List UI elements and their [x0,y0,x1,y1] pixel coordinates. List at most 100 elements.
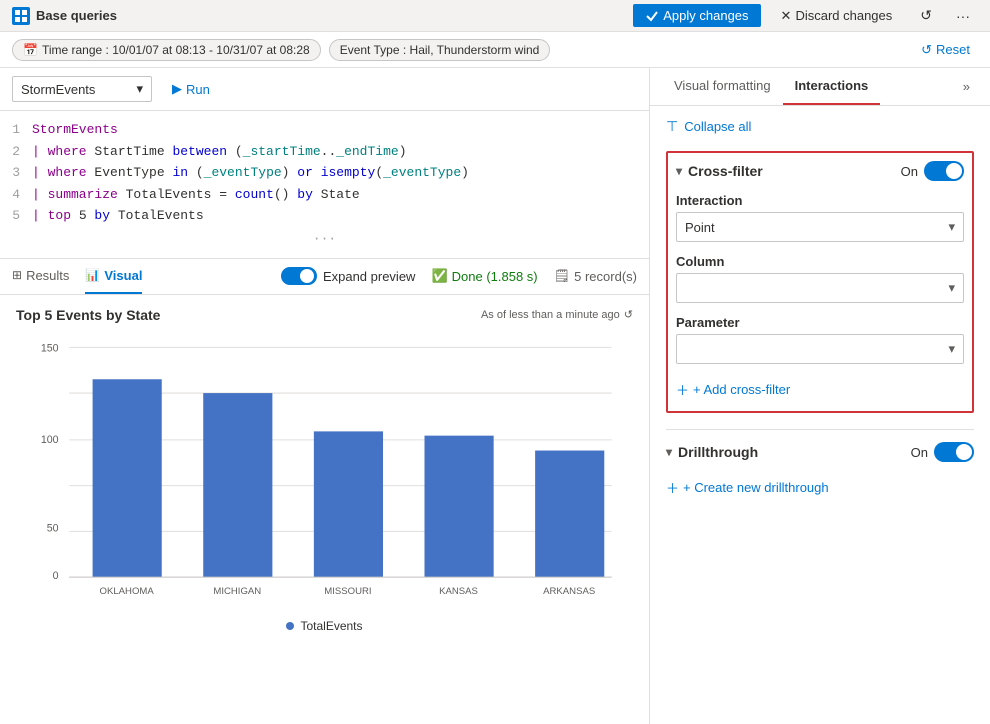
interactions-tab[interactable]: Interactions [783,68,881,105]
timestamp-text: As of less than a minute ago [481,309,620,321]
interaction-dropdown[interactable]: Point ▾ [676,212,964,242]
reset-label: Reset [936,42,970,57]
apply-changes-button[interactable]: Apply changes [633,4,760,27]
svg-text:100: 100 [41,434,59,446]
cross-filter-header: ▾ Cross-filter On [676,161,964,181]
reset-button[interactable]: ↺ Reset [913,38,978,62]
cross-filter-title-group: ▾ Cross-filter [676,163,763,179]
column-dropdown[interactable]: ▾ [676,273,964,303]
drillthrough-toggle[interactable] [934,442,974,462]
column-chevron-icon: ▾ [948,280,955,296]
visual-formatting-label: Visual formatting [674,78,771,93]
add-cross-filter-label: + Add cross-filter [693,382,790,397]
column-label: Column [676,254,964,269]
cross-filter-toggle[interactable] [924,161,964,181]
right-panel: Visual formatting Interactions » ⊤ Colla… [650,68,990,724]
refresh-button[interactable]: ↺ [912,3,940,28]
chart-area: Top 5 Events by State As of less than a … [0,295,649,724]
event-type-filter[interactable]: Event Type : Hail, Thunderstorm wind [329,39,551,61]
legend-label: TotalEvents [300,619,362,633]
collapse-all-button[interactable]: ⊤ Collapse all [666,118,974,135]
expand-preview-label: Expand preview [323,269,416,284]
visual-icon: 📊 [85,268,100,282]
code-ellipsis: ··· [0,227,649,250]
collapse-all-label: Collapse all [684,119,751,134]
svg-text:ARKANSAS: ARKANSAS [543,586,595,597]
top-bar: Base queries Apply changes ✕ Discard cha… [0,0,990,32]
more-button[interactable]: ··· [948,4,978,28]
svg-text:MICHIGAN: MICHIGAN [213,586,261,597]
parameter-dropdown[interactable]: ▾ [676,334,964,364]
create-drillthrough-label: + Create new drillthrough [683,480,829,495]
chart-title-row: Top 5 Events by State As of less than a … [16,307,633,323]
table-icon: ⊞ [12,268,22,282]
visual-formatting-tab[interactable]: Visual formatting [662,68,783,105]
done-label: Done (1.858 s) [452,269,538,284]
add-cross-filter-icon: ＋ [676,380,689,399]
drillthrough-header: ▾ Drillthrough On [666,442,974,462]
results-tab-label: Results [26,268,69,283]
legend-dot [286,622,294,630]
add-cross-filter-button[interactable]: ＋ + Add cross-filter [676,376,964,403]
main-layout: StormEvents ▾ ▶ Run 1 StormEvents 2 | wh… [0,68,990,724]
results-tab[interactable]: ⊞ Results [12,259,69,294]
code-line-3: 3 | where EventType in (_eventType) or i… [0,162,649,184]
code-editor[interactable]: 1 StormEvents 2 | where StartTime betwee… [0,111,649,259]
drillthrough-chevron[interactable]: ▾ [666,445,672,459]
records-label: 5 record(s) [574,269,637,284]
drillthrough-title: Drillthrough [678,444,758,460]
bar-kansas[interactable] [424,435,493,576]
svg-text:150: 150 [41,342,59,354]
expand-preview-toggle[interactable] [281,267,317,285]
interaction-label: Interaction [676,193,964,208]
drillthrough-toggle-group: On [911,442,974,462]
code-line-2: 2 | where StartTime between (_startTime.… [0,141,649,163]
interaction-chevron-icon: ▾ [948,219,955,235]
top-bar-actions: Apply changes ✕ Discard changes ↺ ··· [633,3,978,28]
parameter-label: Parameter [676,315,964,330]
app-title-area: Base queries [12,7,625,25]
bar-arkansas[interactable] [535,450,604,577]
panel-content: ⊤ Collapse all ▾ Cross-filter On [650,106,990,724]
interaction-value: Point [685,220,948,235]
section-divider [666,429,974,430]
panel-tabs: Visual formatting Interactions » [650,68,990,106]
code-line-4: 4 | summarize TotalEvents = count() by S… [0,184,649,206]
query-select-value: StormEvents [21,82,136,97]
apply-label: Apply changes [663,8,748,23]
bar-oklahoma[interactable] [93,379,162,577]
visual-tab[interactable]: 📊 Visual [85,259,142,294]
create-drillthrough-icon: ＋ [666,478,679,497]
app-title: Base queries [36,8,117,23]
refresh-chart-icon[interactable]: ↺ [624,308,633,321]
select-chevron-icon: ▾ [136,81,143,97]
time-range-text: Time range : 10/01/07 at 08:13 - 10/31/0… [42,43,310,57]
cross-filter-section: ▾ Cross-filter On Interaction Point ▾ [666,151,974,413]
cross-filter-chevron[interactable]: ▾ [676,164,682,178]
discard-changes-button[interactable]: ✕ Discard changes [769,4,905,28]
visual-tab-label: Visual [104,268,142,283]
event-type-text: Event Type : Hail, Thunderstorm wind [340,43,540,57]
panel-more-button[interactable]: » [955,71,978,102]
collapse-all-icon: ⊤ [666,118,678,135]
status-done: ✅ Done (1.858 s) [431,268,537,284]
bar-missouri[interactable] [314,431,383,577]
svg-text:KANSAS: KANSAS [439,586,478,597]
records-icon: 🗒 [554,268,571,284]
query-select[interactable]: StormEvents ▾ [12,76,152,102]
time-range-filter[interactable]: 📅 Time range : 10/01/07 at 08:13 - 10/31… [12,39,321,61]
create-drillthrough-button[interactable]: ＋ + Create new drillthrough [666,474,974,501]
reset-icon: ↺ [921,42,932,58]
svg-text:0: 0 [53,570,59,582]
cross-filter-on-label: On [901,164,918,179]
run-label: Run [186,82,210,97]
app-icon [12,7,30,25]
expand-preview-control: Expand preview [281,267,416,285]
run-icon: ▶ [172,81,182,97]
run-button[interactable]: ▶ Run [160,77,222,101]
chart-title: Top 5 Events by State [16,307,160,323]
code-line-1: 1 StormEvents [0,119,649,141]
interactions-label: Interactions [795,78,869,93]
bar-michigan[interactable] [203,393,272,577]
query-toolbar: StormEvents ▾ ▶ Run [0,68,649,111]
